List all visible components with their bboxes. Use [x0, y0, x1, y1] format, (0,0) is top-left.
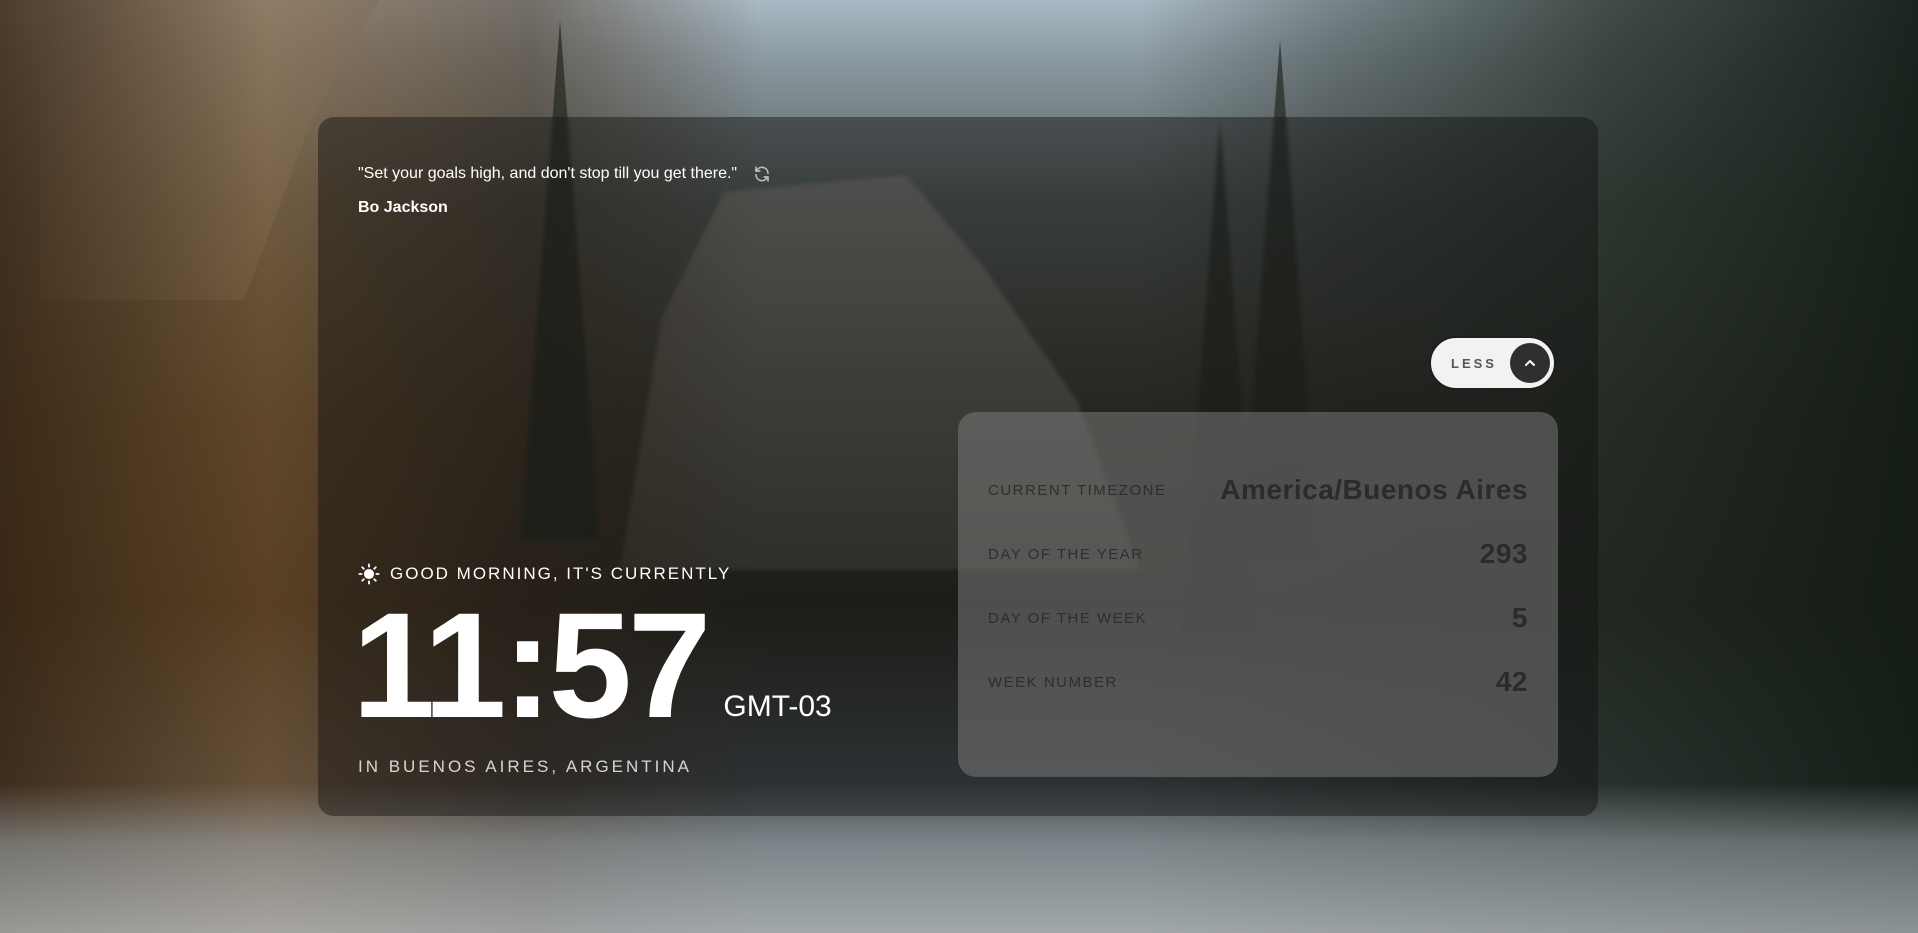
detail-label: DAY OF THE YEAR — [988, 545, 1144, 563]
current-time: 11:57 — [352, 581, 711, 749]
details-panel: CURRENT TIMEZONE America/Buenos Aires DA… — [958, 412, 1558, 777]
refresh-icon[interactable] — [753, 165, 771, 183]
detail-label: WEEK NUMBER — [988, 673, 1118, 691]
clock: 11:57 GMT-03 — [352, 581, 832, 749]
detail-value: 5 — [1511, 602, 1528, 633]
detail-row-day-of-week: DAY OF THE WEEK 5 — [988, 602, 1528, 634]
location-text: IN BUENOS AIRES, ARGENTINA — [358, 757, 693, 776]
detail-value: 42 — [1495, 666, 1528, 697]
detail-label: CURRENT TIMEZONE — [988, 481, 1167, 499]
detail-value: America/Buenos Aires — [1220, 474, 1528, 505]
quote-block: "Set your goals high, and don't stop til… — [358, 163, 918, 217]
detail-label: DAY OF THE WEEK — [988, 609, 1148, 627]
quote-text: "Set your goals high, and don't stop til… — [358, 165, 738, 182]
timezone-abbreviation: GMT-03 — [723, 690, 832, 723]
detail-value: 293 — [1479, 538, 1528, 569]
detail-row-day-of-year: DAY OF THE YEAR 293 — [988, 538, 1528, 570]
chevron-up-icon — [1510, 343, 1550, 383]
less-button-label: LESS — [1451, 355, 1497, 371]
quote-author: Bo Jackson — [358, 199, 448, 216]
detail-row-timezone: CURRENT TIMEZONE America/Buenos Aires — [988, 474, 1528, 506]
less-button[interactable]: LESS — [1429, 336, 1556, 390]
detail-row-week-number: WEEK NUMBER 42 — [988, 666, 1528, 698]
